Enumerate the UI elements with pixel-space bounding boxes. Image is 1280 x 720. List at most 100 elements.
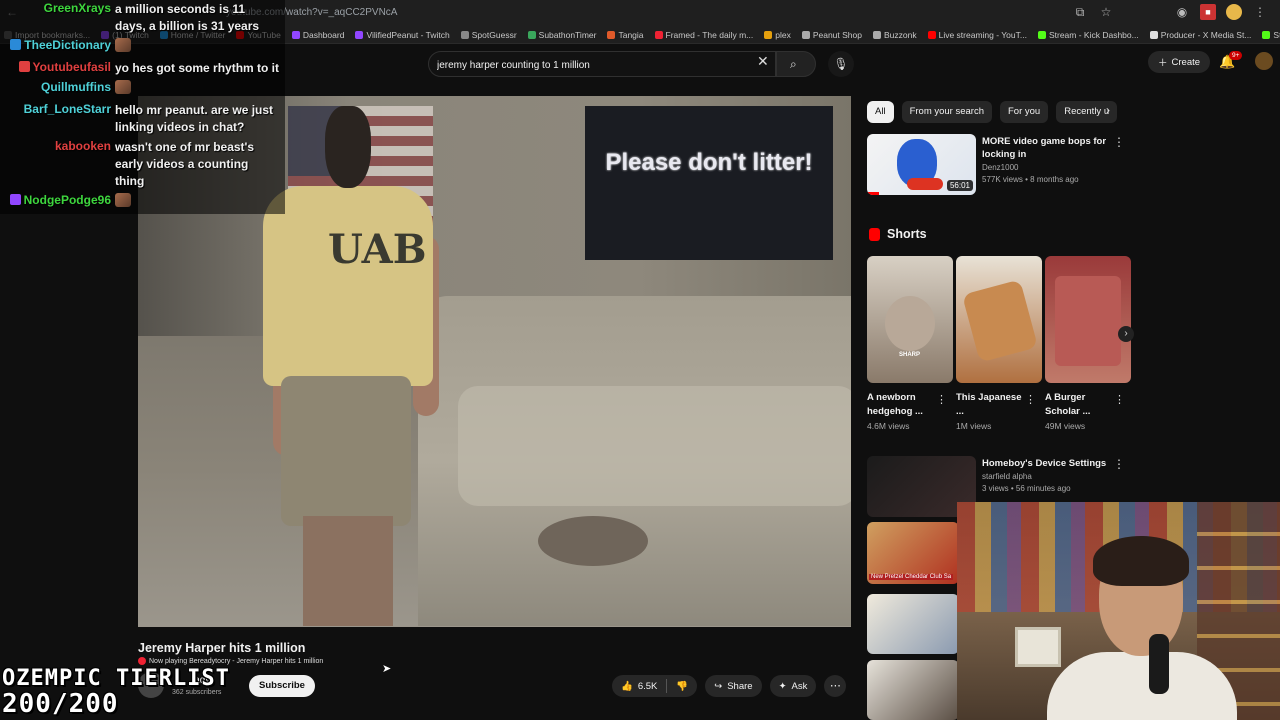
more-options-icon[interactable]: ⋮ [1114,393,1125,406]
bookmark-item[interactable]: Buzzonk [872,30,917,40]
chat-username[interactable]: Quillmuffins [4,80,115,94]
mic-icon: 🎙 [833,57,849,71]
short-thumbnail[interactable]: SHARP [867,256,953,383]
short-thumbnail[interactable] [1045,256,1131,383]
chat-badge-icon [10,39,22,50]
chat-username-text: TheeDictionary [24,38,111,52]
short-thumbnail[interactable] [956,256,1042,383]
plus-icon: ＋ [1158,58,1168,69]
bookmark-favicon-icon [801,30,810,39]
video-title: Jeremy Harper hits 1 million [138,641,306,655]
chat-message: kabooken wasn't one of mr beast's early v… [0,138,285,192]
share-label: Share [727,680,753,692]
chat-username[interactable]: kabooken [4,139,115,153]
chat-message: Youtubeufasil yo hes got some rhythm to i… [0,59,285,79]
bookmark-item[interactable]: VilifiedPeanut - Twitch [355,30,450,40]
stream-overlay-counter: 200/200 [2,689,119,719]
chat-username[interactable]: GreenXrays [4,1,115,15]
bookmark-item[interactable]: Stream - Kick Dashbo... [1262,30,1280,40]
short-item[interactable]: This Japanese ... 1M views ⋮ [956,256,1042,431]
channel-name[interactable]: Denz1000 [982,163,1018,172]
more-icon: ⋯ [829,680,841,692]
more-options-icon[interactable]: ⋮ [1025,393,1036,406]
chat-username-text: kabooken [54,139,111,153]
filter-chip[interactable]: All [867,101,894,123]
more-actions-button[interactable]: ⋯ [824,675,847,697]
video-thumbnail[interactable] [867,660,959,720]
short-item[interactable]: SHARP A newborn hedgehog ... 4.6M views … [867,256,953,431]
chat-username[interactable]: TheeDictionary [4,38,115,52]
chevron-right-icon[interactable]: › [1106,103,1110,117]
install-app-icon[interactable]: ⧉ [1072,4,1088,20]
bookmark-item[interactable]: Live streaming - YouT... [927,30,1027,40]
create-button[interactable]: ＋ Create [1148,51,1211,73]
video-title[interactable]: MORE video game bops for locking in [982,135,1117,161]
account-avatar[interactable] [1255,52,1273,70]
filter-chip[interactable]: From your search [901,101,992,123]
bookmark-item[interactable]: plex [764,30,791,40]
video-duration: 56:01 [946,180,973,191]
like-dislike-group: 👍 6.5K 👎 [612,675,698,697]
voice-search-button[interactable]: 🎙 [828,51,854,77]
more-options-icon[interactable]: ⋮ [936,393,947,406]
bookmark-favicon-icon [355,30,364,39]
chat-username[interactable]: Barf_LoneStarr [4,102,115,116]
bookmark-label: Stream - Kick Dashbo... [1273,29,1280,40]
bookmark-favicon-icon [1037,30,1046,39]
clear-search-icon[interactable]: ✕ [757,54,769,68]
microphone-icon [1149,634,1169,694]
dislike-icon[interactable]: 👎 [676,681,688,692]
bookmark-item[interactable]: Stream - Kick Dashbo... [1037,30,1139,40]
bookmark-item[interactable]: SpotGuessr [460,30,517,40]
person-head [325,106,371,188]
browser-actions: ⧉ ☆ ◉ ■ ⋮ [1072,4,1268,20]
video-thumbnail[interactable] [867,594,959,654]
chat-message: NodgePodge96 [0,192,285,214]
video-title[interactable]: Homeboy's Device Settings [982,457,1117,470]
search-input[interactable] [437,56,747,74]
video-scene-cushion [458,386,851,506]
like-icon[interactable]: 👍 [621,681,633,692]
channel-name[interactable]: starfield alpha [982,472,1032,481]
bookmark-star-icon[interactable]: ☆ [1098,4,1114,20]
chat-username-text: NodgePodge96 [23,193,111,207]
share-button[interactable]: ↪ Share [705,675,762,697]
bookmark-item[interactable]: Framed - The daily m... [654,30,753,40]
shorts-title: Shorts [887,227,927,241]
filter-chip[interactable]: For you [1000,101,1049,123]
chevron-right-icon[interactable]: › [1118,326,1134,342]
bookmark-item[interactable]: SubathonTimer [527,30,596,40]
chat-text [115,38,131,57]
chat-username[interactable]: Youtubeufasil [4,60,115,74]
short-title[interactable]: This Japanese ... [956,391,1026,419]
chat-text [115,193,131,212]
person-shirt-text: UAB [328,226,427,273]
subscribe-button[interactable]: Subscribe [249,675,315,697]
ask-button[interactable]: ✦ Ask [769,675,817,697]
bookmark-item[interactable]: Producer - X Media St... [1149,30,1251,40]
bookmark-item[interactable]: Tangia [607,30,644,40]
short-title[interactable]: A newborn hedgehog ... [867,391,937,419]
extension-icon[interactable]: ◉ [1174,4,1190,20]
chat-username[interactable]: NodgePodge96 [4,193,115,207]
profile-avatar[interactable] [1226,4,1242,20]
more-options-icon[interactable]: ⋮ [1113,136,1125,148]
person-legs [303,516,393,626]
short-title[interactable]: A Burger Scholar ... [1045,391,1115,419]
like-count[interactable]: 6.5K [638,681,658,692]
short-item[interactable]: A Burger Scholar ... 49M views ⋮ [1045,256,1131,431]
bookmark-favicon-icon [654,30,663,39]
bookmark-item[interactable]: Peanut Shop [801,30,862,40]
bookmark-item[interactable]: Dashboard [291,30,344,40]
search-button[interactable]: ⌕ [776,51,816,77]
bookmark-favicon-icon [927,30,936,39]
twitch-chat-overlay: GreenXrays a million seconds is 11 days, … [0,0,285,214]
extension-red-icon[interactable]: ■ [1200,4,1216,20]
bookmark-favicon-icon [291,30,300,39]
chat-badge-icon [9,194,21,205]
more-options-icon[interactable]: ⋮ [1113,458,1125,470]
recommended-video[interactable]: 56:01 MORE video game bops for locking i… [867,134,1129,196]
bookmark-favicon-icon [527,30,536,39]
video-thumbnail[interactable]: 56:01 [867,134,976,195]
menu-icon[interactable]: ⋮ [1252,4,1268,20]
